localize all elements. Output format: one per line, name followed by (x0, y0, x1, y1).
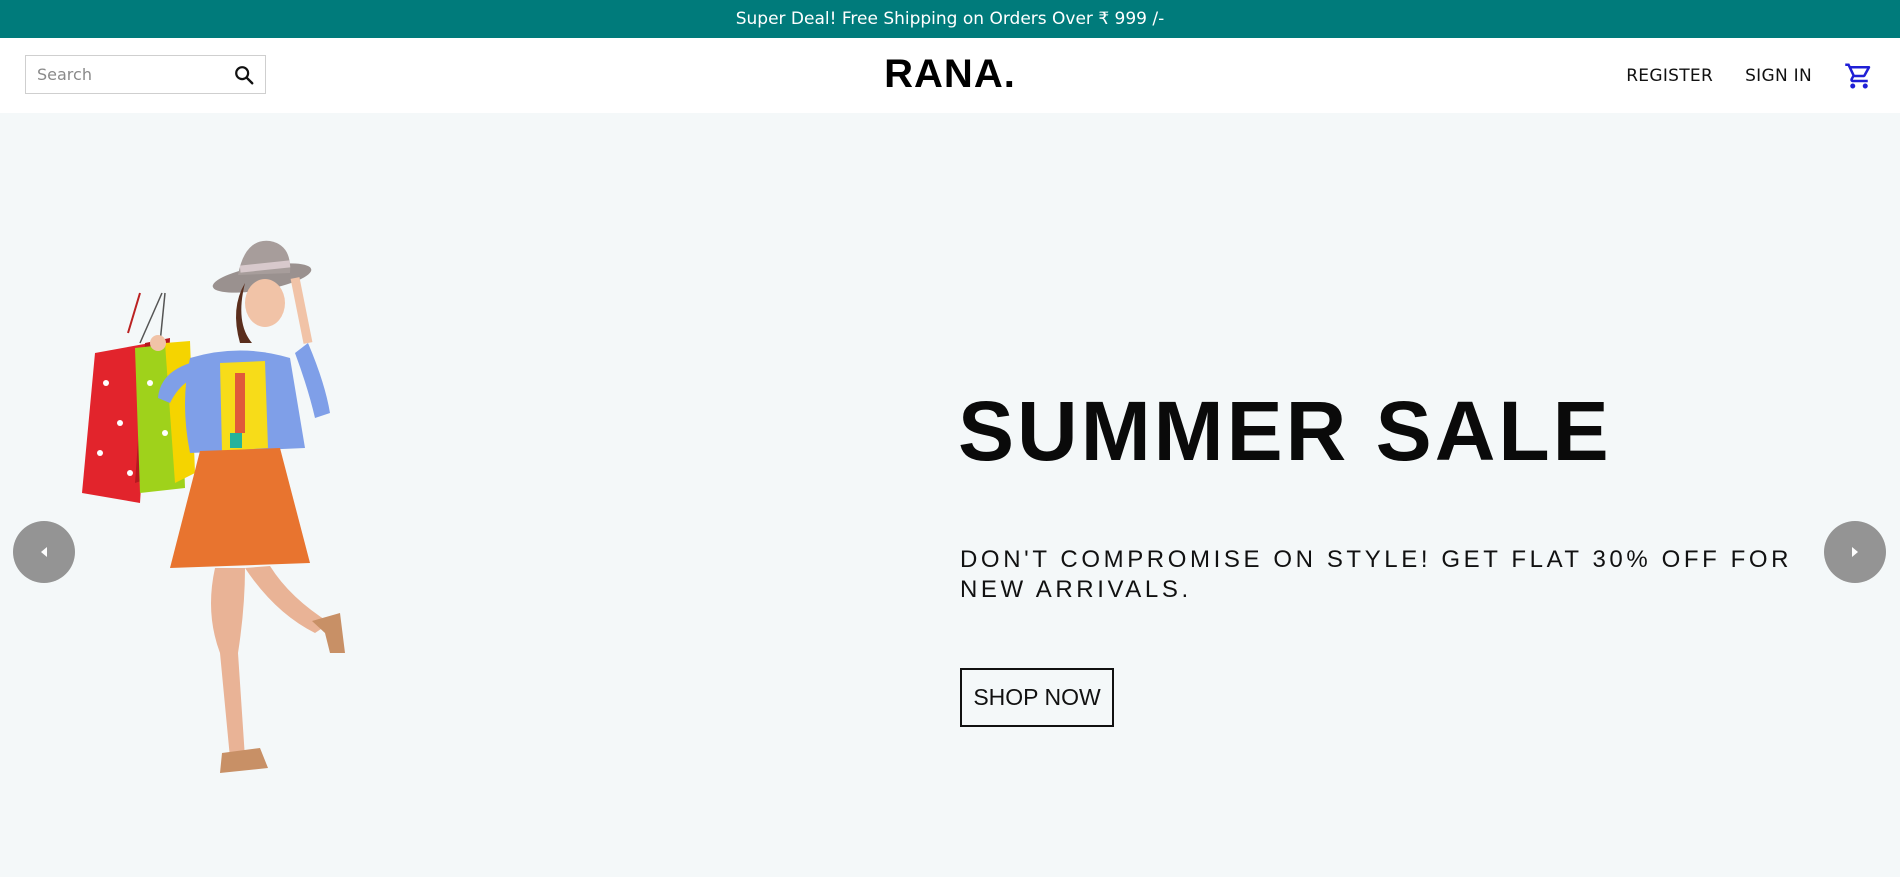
slider-next-button[interactable] (1824, 521, 1886, 583)
announcement-text: Super Deal! Free Shipping on Orders Over… (735, 9, 1165, 29)
search-input[interactable] (35, 59, 225, 90)
chevron-right-icon (1852, 547, 1858, 557)
search-icon[interactable] (233, 64, 255, 86)
sign-in-link[interactable]: SIGN IN (1745, 66, 1812, 86)
hero-title: SUMMER SALE (958, 384, 1612, 478)
hero-slider: SUMMER SALE DON'T COMPROMISE ON STYLE! G… (0, 113, 1900, 877)
woman-with-shopping-bags-image (82, 240, 345, 773)
shopping-cart-icon[interactable] (1844, 61, 1874, 91)
register-link[interactable]: REGISTER (1626, 66, 1713, 86)
search-container (25, 55, 266, 94)
announcement-bar: Super Deal! Free Shipping on Orders Over… (0, 0, 1900, 38)
navbar: RANA. REGISTER SIGN IN (0, 38, 1900, 113)
nav-actions: REGISTER SIGN IN (1626, 38, 1900, 113)
shop-now-button[interactable]: SHOP NOW (960, 668, 1114, 727)
hero-description: DON'T COMPROMISE ON STYLE! GET FLAT 30% … (960, 546, 1793, 603)
brand-logo[interactable]: RANA. (0, 52, 1900, 97)
